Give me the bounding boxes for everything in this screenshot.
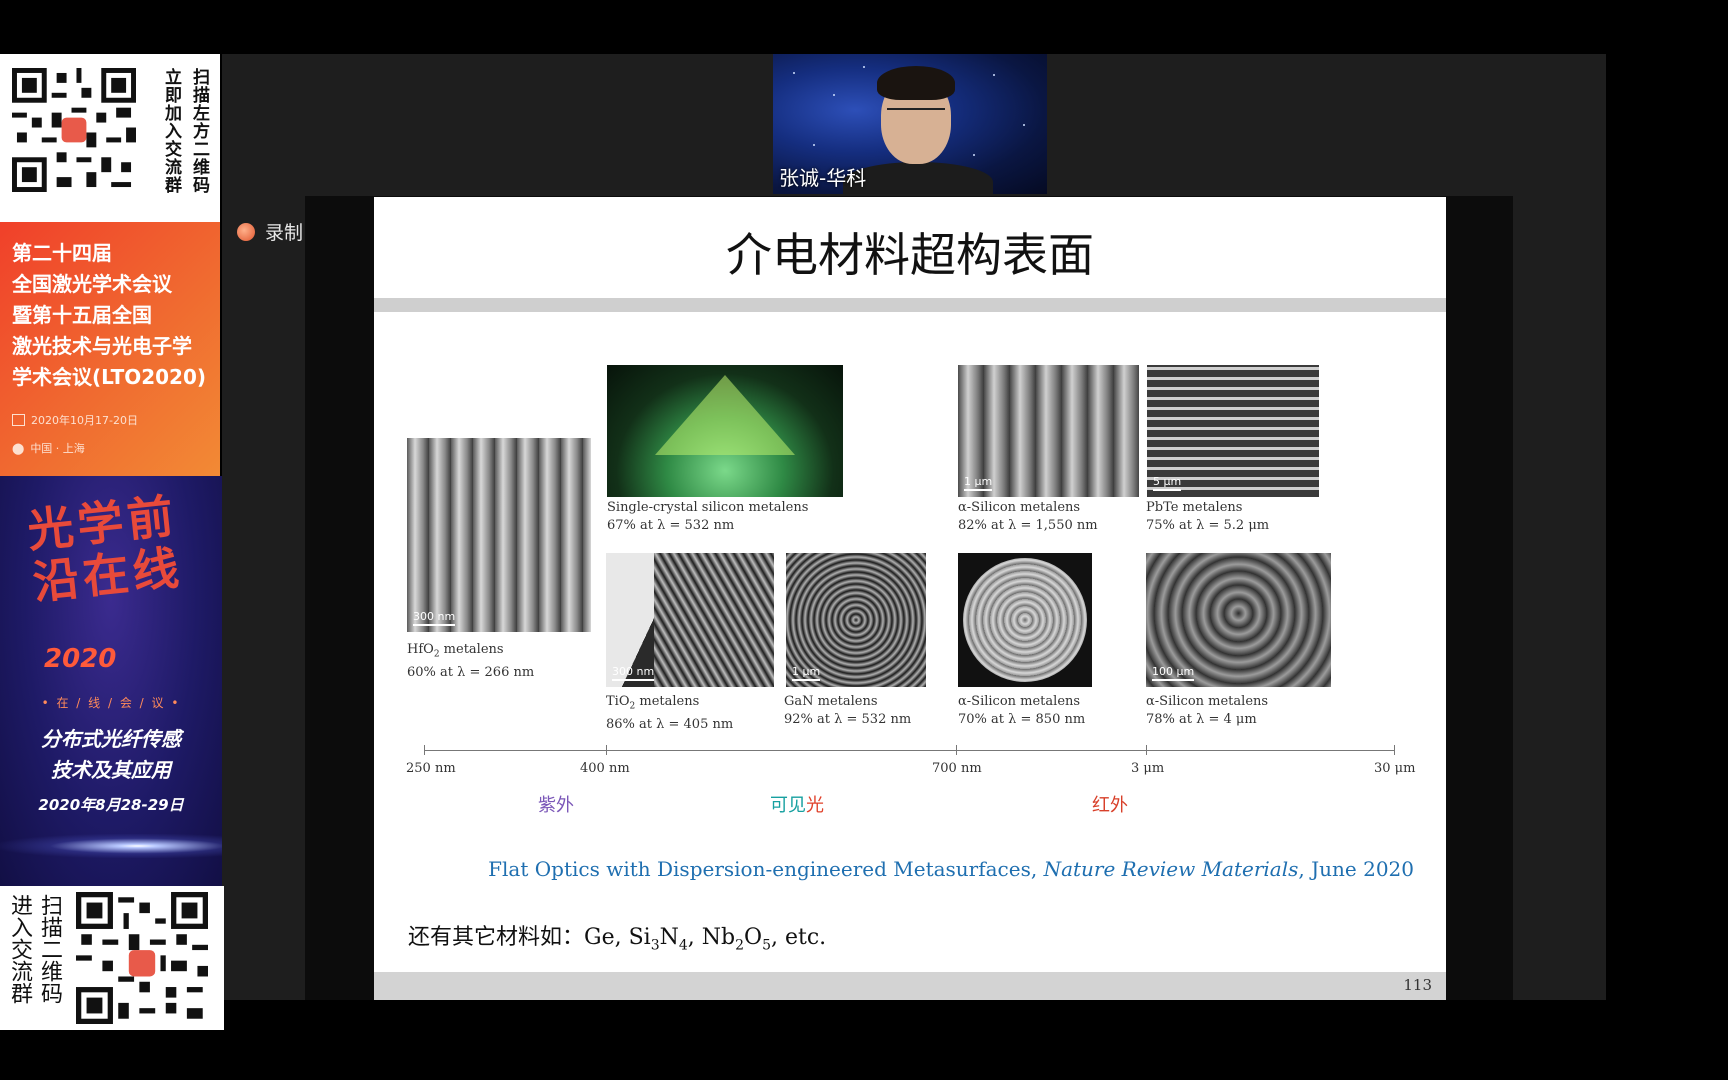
axis-tick (1394, 745, 1395, 755)
promo-topic: 分布式光纤传感 技术及其应用 (41, 727, 181, 782)
sem-image-hfo2: 300 nm (407, 438, 591, 632)
axis-tick (956, 745, 957, 755)
caption-gan: GaN metalens 92% at λ = 532 nm (784, 694, 912, 727)
sem-image-pbte: 5 μm (1147, 365, 1319, 497)
qr-bottom-instruction-2: 进入交流群 (7, 894, 32, 1004)
axis-tick-label: 3 μm (1131, 761, 1165, 776)
qr-code-icon[interactable] (74, 892, 210, 1024)
record-label: 录制 (265, 222, 304, 244)
sem-image-asi-4um: 100 μm (1146, 553, 1331, 687)
qr-top-instruction: 扫描左方二维码 (189, 68, 209, 194)
caption-single-crystal-silicon: Single-crystal silicon metalens 67% at λ… (607, 500, 809, 533)
speaker-video-tile[interactable]: 张诚-华科 (773, 54, 1047, 194)
scale-bar: 300 nm (612, 665, 655, 681)
slide-header-divider (374, 298, 1446, 312)
scale-bar: 5 μm (1153, 475, 1182, 491)
qr-bottom-instruction: 扫描二维码 (37, 894, 62, 1004)
record-icon (237, 222, 255, 241)
slide-title: 介电材料超构表面 (726, 228, 1094, 282)
band-label-visible: 可见光 (770, 795, 824, 816)
calendar-icon (12, 414, 25, 426)
sem-image-gan: 1 μm (786, 553, 926, 687)
scale-bar: 300 nm (413, 610, 456, 626)
scale-bar: 1 μm (792, 665, 821, 681)
band-label-uv: 紫外 (538, 795, 574, 816)
promo-year: 2020 (44, 644, 117, 674)
caption-pbte: PbTe metalens 75% at λ = 5.2 μm (1146, 500, 1270, 533)
reference-citation: Flat Optics with Dispersion-engineered M… (488, 857, 1414, 881)
conference-date: 2020年10月17-20日 (12, 412, 138, 428)
record-button[interactable]: 录制 (237, 218, 303, 245)
speaker-name-label: 张诚-华科 (779, 166, 867, 190)
slide-footer-bar (374, 972, 1446, 1000)
presentation-slide: 介电材料超构表面 300 nm HfO2 metalens 60% at λ =… (374, 197, 1446, 1000)
axis-tick-label: 30 μm (1374, 761, 1416, 776)
location-pin-icon: ⬤ (12, 441, 25, 455)
speaker-glasses (887, 108, 945, 122)
axis-tick-label: 700 nm (932, 761, 982, 776)
axis-tick-label: 400 nm (580, 761, 630, 776)
wavelength-axis (424, 750, 1394, 751)
other-materials-note: 还有其它材料如：Ge, Si3N4, Nb2O5, etc. (408, 925, 827, 954)
scale-bar: 100 μm (1152, 665, 1195, 681)
sem-image-tio2: 300 nm (606, 553, 774, 687)
qr-code-panel-bottom: 扫描二维码 进入交流群 (0, 886, 224, 1030)
qr-top-instruction-2: 立即加入交流群 (161, 68, 181, 194)
axis-tick (424, 745, 425, 755)
promo-online-label: • 在 / 线 / 会 / 议 • (41, 696, 181, 710)
render-image-single-crystal-silicon (607, 365, 843, 497)
scale-bar: 1 μm (964, 475, 993, 491)
light-flare-decoration (0, 834, 222, 858)
conference-banner[interactable]: 第二十四届 全国激光学术会议 暨第十五届全国 激光技术与光电子学 学术会议(LT… (0, 222, 220, 476)
caption-tio2: TiO2 metalens 86% at λ = 405 nm (606, 694, 734, 732)
caption-asi-4um: α-Silicon metalens 78% at λ = 4 μm (1146, 694, 1269, 727)
caption-asi-850: α-Silicon metalens 70% at λ = 850 nm (958, 694, 1086, 727)
qr-code-icon[interactable] (12, 68, 136, 192)
caption-hfo2: HfO2 metalens 60% at λ = 266 nm (407, 642, 535, 680)
conference-title: 第二十四届 全国激光学术会议 暨第十五届全国 激光技术与光电子学 学术会议(LT… (12, 241, 207, 389)
speaker-hair (877, 66, 955, 100)
promo-calligraphy: 光学前沿在线 (24, 488, 186, 610)
slide-page-number: 113 (1403, 976, 1432, 994)
sem-image-asi-1550: 1 μm (958, 365, 1139, 497)
caption-asi-1550: α-Silicon metalens 82% at λ = 1,550 nm (958, 500, 1098, 533)
online-meeting-promo[interactable]: 光学前沿在线 2020 • 在 / 线 / 会 / 议 • 分布式光纤传感 技术… (0, 476, 222, 886)
axis-tick-label: 250 nm (406, 761, 456, 776)
conference-location: ⬤ 中国 · 上海 (12, 441, 85, 456)
sem-image-asi-850 (958, 553, 1092, 687)
band-label-ir: 红外 (1092, 795, 1128, 816)
qr-code-panel-top: 扫描左方二维码 立即加入交流群 (0, 54, 220, 222)
axis-tick (606, 745, 607, 755)
axis-tick (1146, 745, 1147, 755)
promo-date: 2020年8月28-29日 (38, 796, 184, 814)
